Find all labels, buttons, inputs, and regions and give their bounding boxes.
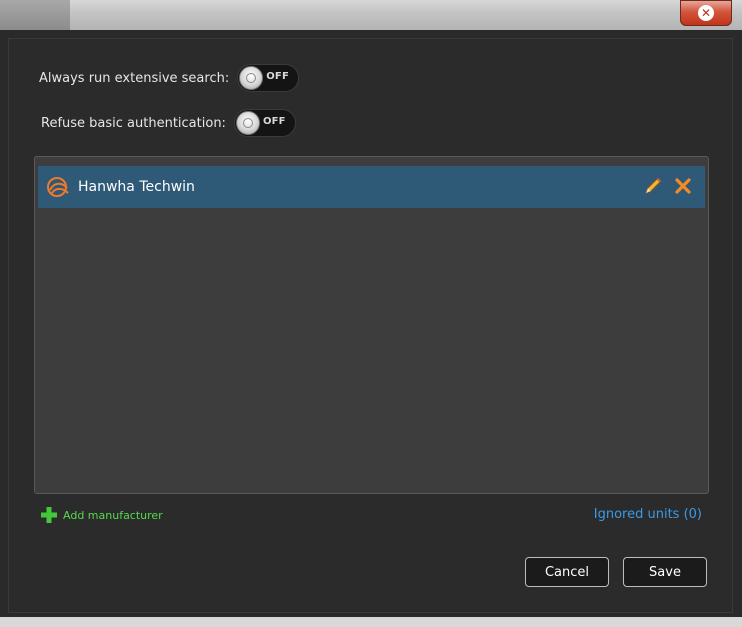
extensive-search-toggle[interactable]: OFF xyxy=(237,64,300,92)
dialog-content: Always run extensive search: OFF Refuse … xyxy=(8,38,733,613)
manufacturer-name: Hanwha Techwin xyxy=(78,179,195,195)
plus-icon xyxy=(39,505,59,525)
title-bar-left-segment xyxy=(0,0,70,30)
basic-auth-label: Refuse basic authentication: xyxy=(41,115,226,131)
toggle-knob xyxy=(239,66,264,90)
manufacturer-list[interactable]: Hanwha Techwin xyxy=(34,156,709,494)
cancel-button[interactable]: Cancel xyxy=(525,557,609,587)
add-manufacturer-label: Add manufacturer xyxy=(63,508,163,522)
pencil-icon[interactable] xyxy=(641,174,665,198)
manufacturer-item-hanwha[interactable]: Hanwha Techwin xyxy=(38,166,705,208)
basic-auth-row: Refuse basic authentication: OFF xyxy=(41,109,296,137)
basic-auth-toggle[interactable]: OFF xyxy=(233,109,296,137)
close-icon: ✕ xyxy=(698,5,714,21)
add-manufacturer-button[interactable]: Add manufacturer xyxy=(39,505,163,525)
item-actions xyxy=(641,174,695,198)
title-bar: ✕ xyxy=(0,0,742,30)
dialog-window: ✕ Always run extensive search: OFF Refus… xyxy=(0,0,742,627)
extensive-search-row: Always run extensive search: OFF xyxy=(39,64,300,92)
toggle-state: OFF xyxy=(262,116,286,127)
delete-icon[interactable] xyxy=(671,174,695,198)
save-button[interactable]: Save xyxy=(623,557,707,587)
extensive-search-label: Always run extensive search: xyxy=(39,70,230,86)
ignored-units-link[interactable]: Ignored units (0) xyxy=(594,507,702,522)
hanwha-logo-icon xyxy=(43,172,73,202)
close-button[interactable]: ✕ xyxy=(680,0,732,26)
bottom-links: Add manufacturer Ignored units (0) xyxy=(39,505,704,527)
toggle-state: OFF xyxy=(266,71,289,82)
toggle-knob xyxy=(235,111,260,135)
background-status-strip xyxy=(0,617,742,627)
